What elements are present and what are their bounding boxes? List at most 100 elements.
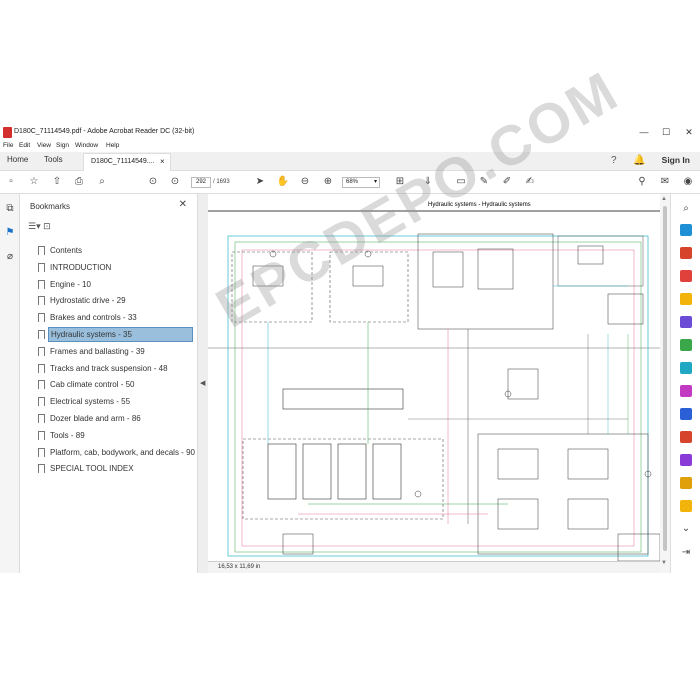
bookmark-item[interactable]: Hydrostatic drive - 29 <box>38 293 194 308</box>
fill-sign-icon[interactable]: ✍ <box>523 175 537 189</box>
bookmark-ribbon-icon <box>38 246 45 255</box>
bookmark-item[interactable]: Frames and ballasting - 39 <box>38 344 194 359</box>
search-icon[interactable]: ⌕ <box>679 202 693 216</box>
print-icon[interactable]: ⎙ <box>72 175 86 189</box>
menu-view[interactable]: View <box>37 142 51 149</box>
bookmark-item[interactable]: Electrical systems - 55 <box>38 394 194 409</box>
request-signature-icon[interactable] <box>680 454 692 466</box>
zoom-out-icon[interactable]: ⊖ <box>298 175 312 189</box>
bookmark-item[interactable]: Cab climate control - 50 <box>38 377 194 392</box>
previous-page-icon[interactable]: ⊙ <box>146 175 160 189</box>
bookmark-item[interactable]: Contents <box>38 243 194 258</box>
upload-icon[interactable]: ⇧ <box>50 175 64 189</box>
acrobat-window: D180C_71114549.pdf - Adobe Acrobat Reade… <box>0 58 700 573</box>
bookmark-item[interactable]: Platform, cab, bodywork, and decals - 90 <box>38 445 195 460</box>
menu-sign[interactable]: Sign <box>56 142 69 149</box>
bookmark-item[interactable]: Brakes and controls - 33 <box>38 310 194 325</box>
bookmark-icon[interactable]: ⚑ <box>3 226 17 240</box>
page-number-input[interactable]: 292 <box>191 177 211 188</box>
collapse-left-icon[interactable]: ◀ <box>200 379 205 387</box>
bookmarks-panel: Bookmarks ✕ ☰▾ ⊡ Contents INTRODUCTION Eng… <box>20 194 198 573</box>
bookmark-item[interactable]: INTRODUCTION <box>38 260 194 275</box>
bookmark-options-icon[interactable]: ☰▾ ⊡ <box>28 221 51 232</box>
comment-tool-icon[interactable] <box>680 293 692 305</box>
link-icon[interactable]: ⚲ <box>635 175 649 189</box>
email-icon[interactable]: ✉ <box>658 175 672 189</box>
tools-pane: ⌕ ⌄ ⇥ <box>670 194 700 573</box>
bookmark-item[interactable]: SPECIAL TOOL INDEX <box>38 461 194 476</box>
bookmark-ribbon-icon <box>38 346 45 356</box>
bookmark-label: INTRODUCTION <box>50 262 112 272</box>
navigation-pane-strip: ⧉ ⚑ ⌀ <box>0 194 20 573</box>
star-icon[interactable]: ☆ <box>27 175 41 189</box>
close-panel-icon[interactable]: ✕ <box>179 199 187 210</box>
close-tab-icon[interactable]: × <box>160 157 165 166</box>
panel-collapse-gutter[interactable]: ◀ <box>198 194 208 573</box>
menu-bar: File Edit View Sign Window Help <box>0 141 700 152</box>
create-pdf-icon[interactable] <box>680 247 692 259</box>
bookmark-item[interactable]: Tracks and track suspension - 48 <box>38 361 194 376</box>
scan-ocr-icon[interactable] <box>680 362 692 374</box>
page-size-status: 16,53 x 11,69 in <box>208 561 660 573</box>
bookmarks-header: Bookmarks <box>30 202 71 211</box>
hand-tool-icon[interactable]: ✋ <box>276 175 290 189</box>
close-window-button[interactable]: ✕ <box>682 126 696 138</box>
tab-home[interactable]: Home <box>7 155 28 164</box>
bookmark-label: Electrical systems - 55 <box>50 397 131 407</box>
bookmark-label: SPECIAL TOOL INDEX <box>50 464 134 474</box>
bookmark-ribbon-icon <box>38 363 45 373</box>
menu-window[interactable]: Window <box>75 142 98 149</box>
window-title: D180C_71114549.pdf - Adobe Acrobat Reade… <box>14 128 195 135</box>
attachment-icon[interactable]: ⌀ <box>3 250 17 264</box>
zoom-value: 68% <box>346 179 359 185</box>
help-icon[interactable]: ? <box>611 155 617 166</box>
page-size-label: 16,53 x 11,69 in <box>218 564 261 570</box>
bookmark-ribbon-icon <box>38 262 45 272</box>
scroll-down-icon[interactable]: ▼ <box>661 560 667 566</box>
search-icon[interactable]: ⌕ <box>95 175 109 189</box>
sign-in-button[interactable]: Sign In <box>662 155 690 165</box>
next-page-icon[interactable]: ⊙ <box>168 175 182 189</box>
scroll-thumb[interactable] <box>663 206 667 551</box>
bookmark-ribbon-icon <box>38 464 45 474</box>
menu-edit[interactable]: Edit <box>19 142 30 149</box>
bookmark-label: Engine - 10 <box>50 279 91 289</box>
bookmark-item[interactable]: Dozer blade and arm - 86 <box>38 411 194 426</box>
bell-icon[interactable]: 🔔 <box>633 155 645 166</box>
maximize-button[interactable]: ☐ <box>659 126 673 138</box>
combine-files-icon[interactable] <box>680 316 692 328</box>
edit-pdf-icon[interactable] <box>680 270 692 282</box>
bookmark-item[interactable]: Hydraulic systems - 35 <box>38 327 194 342</box>
select-cursor-icon[interactable]: ➤ <box>253 175 267 189</box>
chevron-down-icon[interactable]: ⌄ <box>679 522 693 536</box>
redact-icon[interactable] <box>680 431 692 443</box>
vertical-scrollbar[interactable]: ▲ ▼ <box>660 194 670 573</box>
tab-document[interactable]: D180C_71114549.... × <box>83 153 171 171</box>
send-review-icon[interactable] <box>680 500 692 512</box>
prepare-form-icon[interactable] <box>680 477 692 489</box>
page-thumbnails-icon[interactable]: ⧉ <box>3 202 17 216</box>
scroll-up-icon[interactable]: ▲ <box>661 196 667 202</box>
export-pdf-icon[interactable] <box>680 224 692 236</box>
minimize-button[interactable]: — <box>637 126 651 138</box>
bookmark-label: Contents <box>50 246 83 255</box>
bookmark-ribbon-icon <box>38 447 45 457</box>
menu-help[interactable]: Help <box>106 142 119 149</box>
bookmark-item[interactable]: Engine - 10 <box>38 277 194 292</box>
bookmark-ribbon-icon <box>38 313 45 323</box>
bookmark-ribbon-icon <box>38 330 45 339</box>
bookmark-label: Tracks and track suspension - 48 <box>50 363 168 373</box>
save-icon[interactable]: ▫ <box>4 175 18 189</box>
protect-icon[interactable] <box>680 408 692 420</box>
bookmark-ribbon-icon <box>38 430 45 440</box>
fill-sign-tool-icon[interactable] <box>680 385 692 397</box>
bookmark-item[interactable]: Tools - 89 <box>38 428 194 443</box>
account-icon[interactable]: ◉ <box>681 175 695 189</box>
tab-tools[interactable]: Tools <box>44 155 63 164</box>
bookmark-label: Hydraulic systems - 35 <box>48 327 193 342</box>
organize-pages-icon[interactable] <box>680 339 692 351</box>
menu-file[interactable]: File <box>3 142 13 149</box>
zoom-in-icon[interactable]: ⊕ <box>321 175 335 189</box>
pdf-app-icon <box>3 127 12 138</box>
expand-pane-icon[interactable]: ⇥ <box>679 546 693 560</box>
